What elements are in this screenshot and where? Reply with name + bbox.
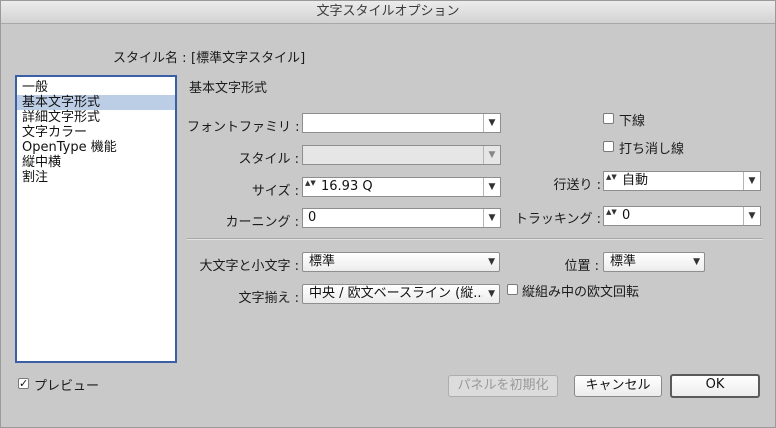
style-name-value: [標準文字スタイル] — [191, 51, 306, 66]
leading-value: 自動 — [622, 173, 649, 188]
chevron-down-icon: ▼ — [693, 257, 700, 267]
kerning-value: 0 — [308, 210, 317, 225]
case-select[interactable]: 標準 ▼ — [302, 252, 500, 272]
alignment-select[interactable]: 中央 / 欧文ベースライン (縦... ▼ — [302, 284, 500, 304]
size-combobox[interactable]: ▲▼ 16.93 Q ▼ — [302, 177, 501, 197]
category-item-opentype-features[interactable]: OpenType 機能 — [17, 140, 175, 155]
category-item-character-color[interactable]: 文字カラー — [17, 125, 175, 140]
category-item-warichu[interactable]: 割注 — [17, 170, 175, 185]
chevron-down-icon[interactable]: ▼ — [743, 207, 760, 225]
category-item-advanced-character-formats[interactable]: 詳細文字形式 — [17, 110, 175, 125]
alignment-value: 中央 / 欧文ベースライン (縦... — [309, 286, 483, 301]
stepper-icon[interactable]: ▲▼ — [606, 174, 617, 188]
size-value: 16.93 Q — [321, 179, 373, 194]
chevron-down-icon[interactable]: ▼ — [483, 209, 500, 227]
leading-label: 行送り : — [553, 178, 601, 193]
section-title: 基本文字形式 — [189, 81, 268, 96]
chevron-down-icon[interactable]: ▼ — [483, 178, 500, 196]
chevron-down-icon: ▼ — [488, 257, 495, 267]
category-list[interactable]: 一般 基本文字形式 詳細文字形式 文字カラー OpenType 機能 縦中横 割… — [15, 75, 177, 363]
underline-label[interactable]: 下線 — [619, 110, 645, 129]
stepper-icon[interactable]: ▲▼ — [606, 209, 617, 223]
kerning-combobox[interactable]: 0 ▼ — [302, 208, 501, 228]
alignment-label: 文字揃え : — [238, 291, 299, 306]
chevron-down-icon[interactable]: ▼ — [743, 172, 760, 190]
rotate-roman-label[interactable]: 縦組み中の欧文回転 — [522, 281, 639, 300]
cancel-button[interactable]: キャンセル — [574, 375, 662, 397]
kerning-label: カーニング : — [225, 215, 299, 230]
ok-button[interactable]: OK — [670, 374, 760, 398]
preview-label[interactable]: プレビュー — [34, 375, 99, 394]
case-value: 標準 — [309, 254, 336, 269]
dialog-window: 文字スタイルオプション スタイル名 : [標準文字スタイル] 一般 基本文字形式… — [0, 0, 776, 428]
chevron-down-icon[interactable]: ▼ — [483, 146, 500, 164]
style-combobox[interactable]: ▼ — [302, 145, 501, 165]
check-icon: ✓ — [19, 377, 29, 390]
section-divider — [187, 238, 763, 240]
style-name-label: スタイル名 : — [113, 51, 187, 66]
style-label: スタイル : — [238, 152, 299, 167]
size-label: サイズ : — [251, 184, 299, 199]
chevron-down-icon[interactable]: ▼ — [483, 114, 500, 132]
leading-combobox[interactable]: ▲▼ 自動 ▼ — [603, 171, 761, 191]
underline-checkbox[interactable] — [603, 113, 614, 124]
category-item-basic-character-formats[interactable]: 基本文字形式 — [17, 95, 175, 110]
font-family-label: フォントファミリ : — [187, 120, 300, 135]
rotate-roman-checkbox[interactable] — [507, 284, 518, 295]
position-select[interactable]: 標準 ▼ — [603, 252, 705, 272]
reset-panel-button[interactable]: パネルを初期化 — [448, 375, 558, 397]
category-item-tate-chu-yoko[interactable]: 縦中横 — [17, 155, 175, 170]
strikethrough-checkbox[interactable] — [603, 141, 614, 152]
font-family-combobox[interactable]: ▼ — [302, 113, 501, 133]
window-title: 文字スタイルオプション — [1, 1, 775, 24]
tracking-label: トラッキング : — [514, 212, 601, 227]
strikethrough-label[interactable]: 打ち消し線 — [619, 138, 684, 157]
case-label: 大文字と小文字 : — [199, 259, 299, 274]
tracking-value: 0 — [622, 208, 631, 223]
category-item-general[interactable]: 一般 — [17, 80, 175, 95]
tracking-combobox[interactable]: ▲▼ 0 ▼ — [603, 206, 761, 226]
preview-checkbox[interactable]: ✓ — [18, 378, 29, 389]
position-value: 標準 — [610, 254, 637, 269]
chevron-down-icon: ▼ — [488, 289, 495, 299]
stepper-icon[interactable]: ▲▼ — [305, 180, 316, 194]
position-label: 位置 : — [564, 259, 599, 274]
